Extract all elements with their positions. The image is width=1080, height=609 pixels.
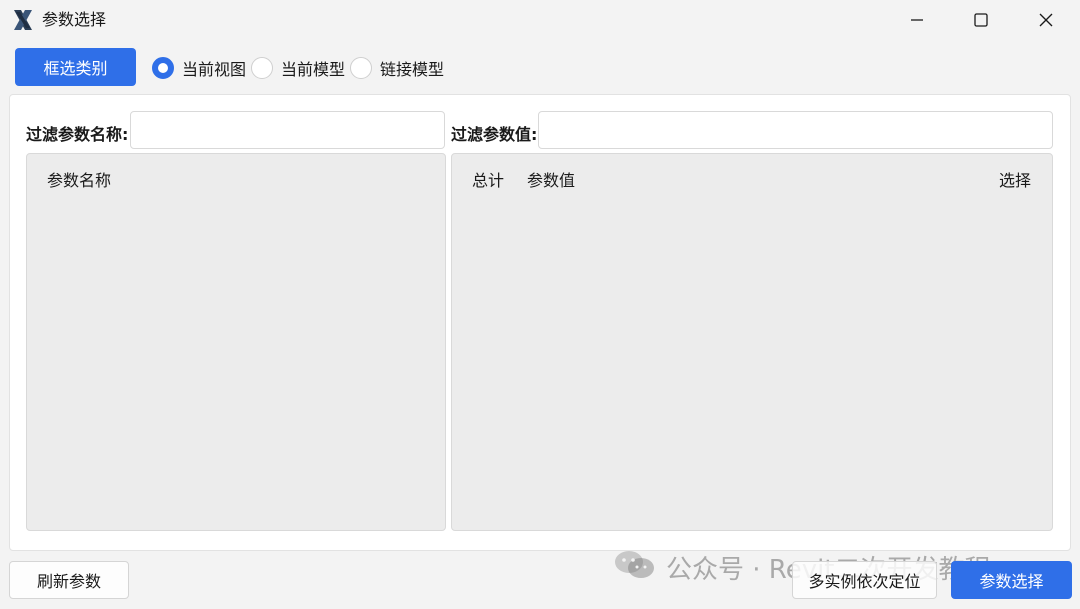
radio-label: 链接模型 (380, 60, 445, 79)
parameter-value-list[interactable]: 总计 参数值 选择 (451, 153, 1053, 531)
radio-label: 当前模型 (281, 60, 346, 79)
title-bar: 参数选择 (0, 0, 1080, 40)
minimize-icon (910, 13, 924, 27)
scope-radio-group: 当前视图 当前模型 链接模型 (152, 56, 449, 80)
filter-name-input[interactable] (130, 111, 445, 149)
filter-value-label: 过滤参数值: (451, 125, 538, 144)
wechat-icon (614, 550, 656, 584)
column-header-value[interactable]: 参数值 (527, 167, 575, 191)
refresh-parameters-button[interactable]: 刷新参数 (9, 561, 129, 599)
radio-label: 当前视图 (182, 60, 247, 79)
column-header-select[interactable]: 选择 (999, 167, 1031, 191)
parameter-name-list[interactable]: 参数名称 (26, 153, 446, 531)
select-category-button[interactable]: 框选类别 (15, 48, 136, 86)
radio-current-view[interactable]: 当前视图 (152, 56, 246, 80)
close-icon (1039, 13, 1053, 27)
column-header-total[interactable]: 总计 (472, 167, 504, 191)
parameter-select-button[interactable]: 参数选择 (951, 561, 1072, 599)
maximize-icon (974, 13, 988, 27)
filter-value-input[interactable] (538, 111, 1053, 149)
minimize-button[interactable] (885, 0, 949, 40)
filter-name-label: 过滤参数名称: (26, 125, 129, 144)
x-logo-icon (13, 9, 33, 31)
column-header-name[interactable]: 参数名称 (47, 167, 111, 191)
radio-linked-model[interactable]: 链接模型 (350, 56, 444, 80)
locate-instances-button[interactable]: 多实例依次定位 (792, 561, 937, 599)
radio-dot (350, 57, 373, 79)
radio-dot (251, 57, 274, 79)
maximize-button[interactable] (949, 0, 1013, 40)
window-title: 参数选择 (42, 10, 107, 29)
close-button[interactable] (1014, 0, 1078, 40)
radio-current-model[interactable]: 当前模型 (251, 56, 345, 80)
radio-dot (152, 57, 174, 79)
